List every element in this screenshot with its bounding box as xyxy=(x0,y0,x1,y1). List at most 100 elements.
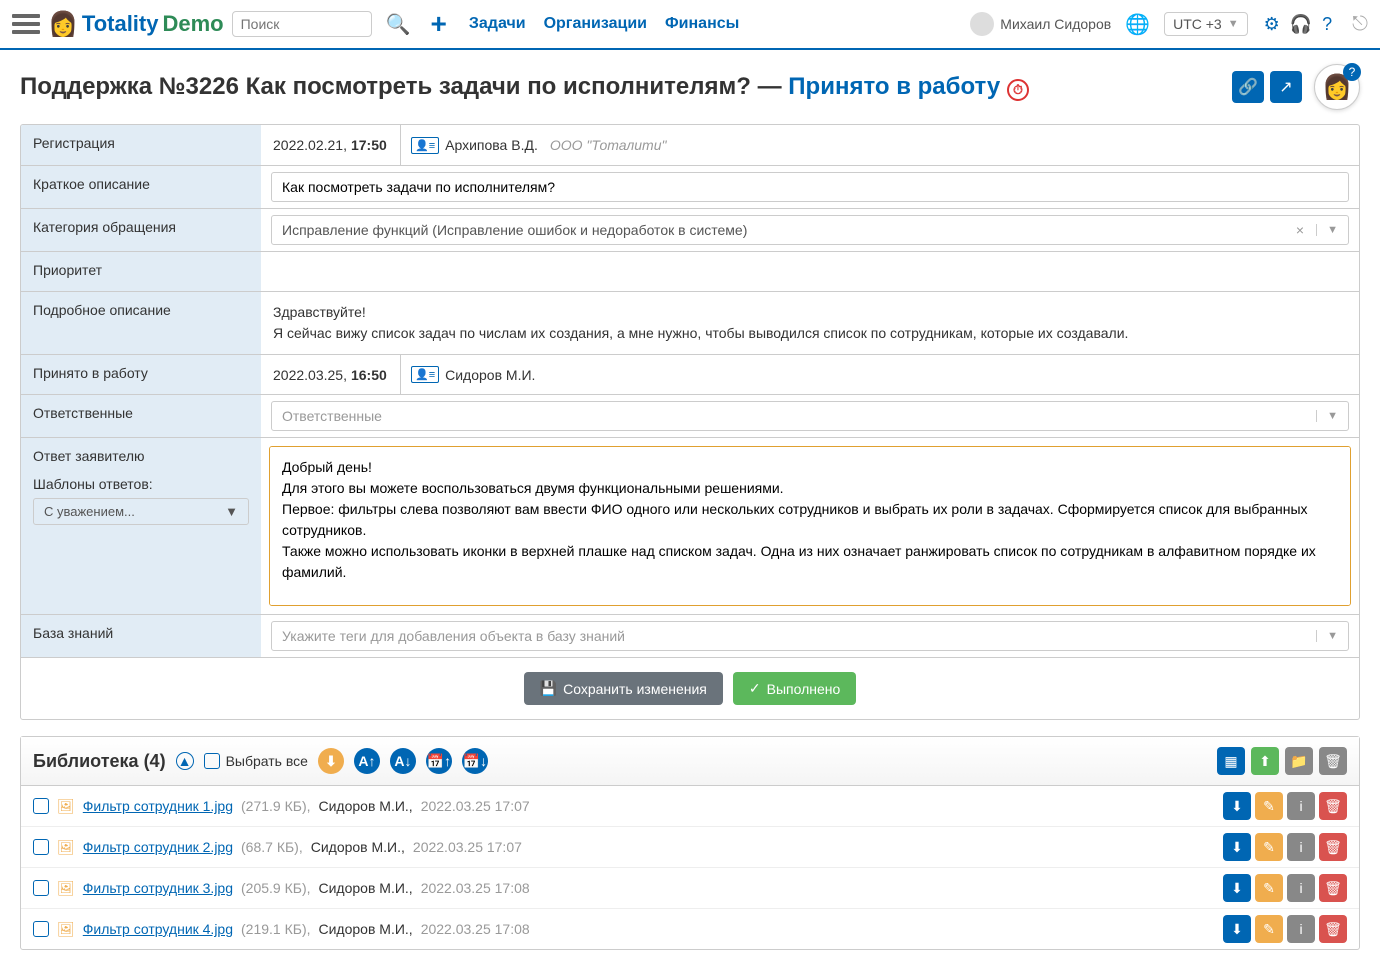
label-short-desc: Краткое описание xyxy=(21,166,261,208)
sort-desc-button[interactable]: A↓ xyxy=(390,748,416,774)
date-asc-button[interactable]: 📅↑ xyxy=(426,748,452,774)
nav-finance[interactable]: Финансы xyxy=(665,15,739,33)
headset-icon[interactable]: 🎧 xyxy=(1290,14,1312,35)
download-all-button[interactable]: ⬇ xyxy=(318,748,344,774)
template-value: С уважением... xyxy=(44,504,135,519)
category-select[interactable]: Исправление функций (Исправление ошибок … xyxy=(271,215,1349,245)
file-row: 🖼Фильтр сотрудник 4.jpg(219.1 КБ),Сидоро… xyxy=(21,908,1359,949)
share-button[interactable]: ↗ xyxy=(1270,71,1302,103)
file-author: Сидоров М.И., xyxy=(311,839,405,855)
file-name-link[interactable]: Фильтр сотрудник 3.jpg xyxy=(83,880,233,896)
date-desc-button[interactable]: 📅↓ xyxy=(462,748,488,774)
download-button[interactable]: ⬇ xyxy=(1223,915,1251,943)
edit-button[interactable]: ✎ xyxy=(1255,833,1283,861)
settings-icon[interactable]: ⚙ xyxy=(1264,14,1280,35)
search-icon[interactable]: 🔍 xyxy=(380,10,417,39)
collapse-icon[interactable]: ▲ xyxy=(176,752,194,770)
logo-demo-text: Demo xyxy=(162,11,223,37)
done-button[interactable]: ✓Выполнено xyxy=(733,672,856,705)
priority-cell xyxy=(261,252,1359,291)
download-button[interactable]: ⬇ xyxy=(1223,833,1251,861)
chevron-down-icon: ▼ xyxy=(1228,18,1239,30)
answer-textarea[interactable] xyxy=(269,446,1351,606)
work-person-cell: 👤≡ Сидоров М.И. xyxy=(401,355,1359,394)
contact-icon: 👤≡ xyxy=(411,366,439,383)
help-icon[interactable]: ? xyxy=(1322,14,1332,35)
select-all-checkbox[interactable] xyxy=(204,753,220,769)
reg-datetime: 2022.02.21, 17:50 xyxy=(261,125,401,165)
label-responsible: Ответственные xyxy=(21,395,261,437)
work-datetime: 2022.03.25, 16:50 xyxy=(261,355,401,394)
info-button[interactable]: i xyxy=(1287,833,1315,861)
reg-org: ООО "Тоталити" xyxy=(550,137,667,153)
edit-button[interactable]: ✎ xyxy=(1255,874,1283,902)
timezone-select[interactable]: UTC +3 ▼ xyxy=(1164,12,1248,36)
grid-view-button[interactable]: ▦ xyxy=(1217,747,1245,775)
reg-person: Архипова В.Д. xyxy=(445,137,538,153)
clear-icon[interactable]: × xyxy=(1296,222,1304,238)
nav-tasks[interactable]: Задачи xyxy=(469,15,526,33)
nav-orgs[interactable]: Организации xyxy=(544,15,647,33)
library-section: Библиотека (4) ▲ Выбрать все ⬇ A↑ A↓ 📅↑ … xyxy=(20,736,1360,950)
file-actions: ⬇✎i🗑 xyxy=(1223,833,1347,861)
chevron-down-icon: ▼ xyxy=(1316,630,1338,642)
download-button[interactable]: ⬇ xyxy=(1223,874,1251,902)
top-bar: 👩 Totality Demo 🔍 + Задачи Организации Ф… xyxy=(0,0,1380,50)
work-date: 2022.03.25, xyxy=(273,367,347,383)
file-list: 🖼Фильтр сотрудник 1.jpg(271.9 КБ),Сидоро… xyxy=(21,786,1359,949)
user-box[interactable]: Михаил Сидоров xyxy=(970,12,1111,36)
info-button[interactable]: i xyxy=(1287,792,1315,820)
file-name-link[interactable]: Фильтр сотрудник 2.jpg xyxy=(83,839,233,855)
file-image-icon: 🖼 xyxy=(57,798,75,815)
archive-button[interactable]: 📁 xyxy=(1285,747,1313,775)
info-button[interactable]: i xyxy=(1287,874,1315,902)
logo-face-icon: 👩 xyxy=(48,10,78,39)
kb-tags-select[interactable]: Укажите теги для добавления объекта в ба… xyxy=(271,621,1349,651)
file-image-icon: 🖼 xyxy=(57,839,75,856)
add-icon[interactable]: + xyxy=(425,6,453,42)
assistant-bubble[interactable]: 👩? xyxy=(1314,64,1360,110)
title-text: Поддержка №3226 Как посмотреть задачи по… xyxy=(20,73,788,100)
template-select[interactable]: С уважением... ▼ xyxy=(33,498,249,525)
header-actions: 🔗 ↗ 👩? xyxy=(1232,64,1360,110)
file-checkbox[interactable] xyxy=(33,839,49,855)
file-checkbox[interactable] xyxy=(33,880,49,896)
file-name-link[interactable]: Фильтр сотрудник 1.jpg xyxy=(83,798,233,814)
label-kb: База знаний xyxy=(21,615,261,657)
button-row: 💾Сохранить изменения ✓Выполнено xyxy=(21,657,1359,719)
search-input[interactable] xyxy=(232,11,372,37)
menu-icon[interactable] xyxy=(12,10,40,38)
short-desc-input[interactable] xyxy=(271,172,1349,202)
library-header: Библиотека (4) ▲ Выбрать все ⬇ A↑ A↓ 📅↑ … xyxy=(21,737,1359,786)
globe-icon[interactable]: 🌐 xyxy=(1119,10,1156,39)
responsible-select[interactable]: Ответственные ▼ xyxy=(271,401,1349,431)
info-button[interactable]: i xyxy=(1287,915,1315,943)
file-name-link[interactable]: Фильтр сотрудник 4.jpg xyxy=(83,921,233,937)
delete-button[interactable]: 🗑 xyxy=(1319,792,1347,820)
download-button[interactable]: ⬇ xyxy=(1223,792,1251,820)
logout-icon[interactable]: ⎋ xyxy=(1352,13,1368,36)
link-button[interactable]: 🔗 xyxy=(1232,71,1264,103)
edit-button[interactable]: ✎ xyxy=(1255,792,1283,820)
file-checkbox[interactable] xyxy=(33,921,49,937)
file-row: 🖼Фильтр сотрудник 3.jpg(205.9 КБ),Сидоро… xyxy=(21,867,1359,908)
topright-icons: ⚙ 🎧 ? ⎋ xyxy=(1264,13,1368,36)
delete-button[interactable]: 🗑 xyxy=(1319,915,1347,943)
delete-all-button[interactable]: 🗑 xyxy=(1319,747,1347,775)
save-button[interactable]: 💾Сохранить изменения xyxy=(524,672,723,705)
timezone-value: UTC +3 xyxy=(1173,16,1222,32)
delete-button[interactable]: 🗑 xyxy=(1319,874,1347,902)
edit-button[interactable]: ✎ xyxy=(1255,915,1283,943)
logo-text: Totality xyxy=(82,11,159,37)
file-author: Сидоров М.И., xyxy=(319,921,413,937)
chevron-down-icon: ▼ xyxy=(1316,224,1338,236)
label-category: Категория обращения xyxy=(21,209,261,251)
sort-asc-button[interactable]: A↑ xyxy=(354,748,380,774)
file-size: (68.7 КБ), xyxy=(241,839,303,855)
work-time: 16:50 xyxy=(351,367,387,383)
logo[interactable]: 👩 Totality Demo xyxy=(48,10,224,39)
delete-button[interactable]: 🗑 xyxy=(1319,833,1347,861)
form-grid: Регистрация 2022.02.21, 17:50 👤≡ Архипов… xyxy=(20,124,1360,720)
upload-button[interactable]: ⬆ xyxy=(1251,747,1279,775)
file-checkbox[interactable] xyxy=(33,798,49,814)
